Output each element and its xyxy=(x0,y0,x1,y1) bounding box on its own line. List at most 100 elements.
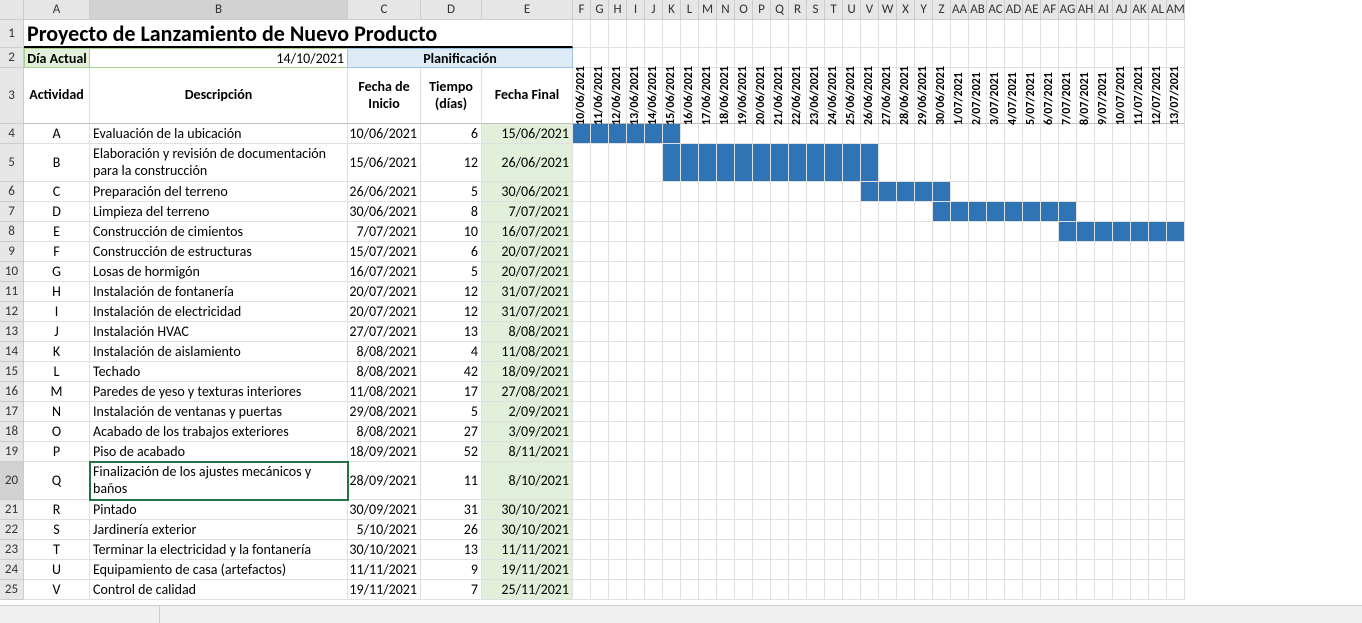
gantt-cell[interactable] xyxy=(1077,202,1095,222)
gantt-cell[interactable] xyxy=(987,124,1005,144)
gantt-cell[interactable] xyxy=(1059,242,1077,262)
gantt-cell[interactable] xyxy=(807,322,825,342)
gantt-cell[interactable] xyxy=(591,144,609,182)
task-description[interactable]: Evaluación de la ubicación xyxy=(90,124,348,144)
gantt-cell[interactable] xyxy=(825,382,843,402)
gantt-cell[interactable] xyxy=(897,500,915,520)
gantt-cell[interactable] xyxy=(861,124,879,144)
gantt-cell[interactable] xyxy=(1149,144,1167,182)
gantt-cell[interactable] xyxy=(1041,322,1059,342)
task-end-date[interactable]: 20/07/2021 xyxy=(482,242,573,262)
gantt-cell[interactable] xyxy=(609,322,627,342)
gantt-cell[interactable] xyxy=(807,382,825,402)
row-header-19[interactable]: 19 xyxy=(0,442,24,462)
gantt-cell[interactable] xyxy=(1131,362,1149,382)
gantt-cell[interactable] xyxy=(807,202,825,222)
row-header-9[interactable]: 9 xyxy=(0,242,24,262)
task-days[interactable]: 8 xyxy=(421,202,482,222)
gantt-cell[interactable] xyxy=(915,362,933,382)
gantt-cell[interactable] xyxy=(627,540,645,560)
gantt-cell[interactable] xyxy=(1023,560,1041,580)
row-header-23[interactable]: 23 xyxy=(0,540,24,560)
gantt-cell[interactable] xyxy=(699,520,717,540)
task-activity[interactable]: U xyxy=(24,560,90,580)
gantt-cell[interactable] xyxy=(807,442,825,462)
gantt-cell[interactable] xyxy=(1131,48,1149,68)
gantt-cell[interactable] xyxy=(681,124,699,144)
task-days[interactable]: 11 xyxy=(421,462,482,500)
gantt-cell[interactable] xyxy=(609,540,627,560)
col-header-P[interactable]: P xyxy=(753,0,771,20)
task-days[interactable]: 31 xyxy=(421,500,482,520)
task-end-date[interactable]: 8/08/2021 xyxy=(482,322,573,342)
gantt-cell[interactable] xyxy=(1005,362,1023,382)
task-activity[interactable]: H xyxy=(24,282,90,302)
gantt-cell[interactable] xyxy=(951,422,969,442)
gantt-cell[interactable] xyxy=(969,580,987,600)
task-description[interactable]: Finalización de los ajustes mecánicos y … xyxy=(90,462,348,500)
gantt-cell[interactable] xyxy=(717,302,735,322)
gantt-cell[interactable] xyxy=(825,262,843,282)
gantt-cell[interactable] xyxy=(897,202,915,222)
gantt-cell[interactable] xyxy=(843,20,861,48)
row-header-11[interactable]: 11 xyxy=(0,282,24,302)
task-start-date[interactable]: 8/08/2021 xyxy=(348,422,421,442)
gantt-cell[interactable] xyxy=(735,262,753,282)
gantt-cell[interactable] xyxy=(1149,382,1167,402)
gantt-cell[interactable] xyxy=(825,520,843,540)
gantt-cell[interactable] xyxy=(861,560,879,580)
gantt-cell[interactable] xyxy=(735,342,753,362)
gantt-cell[interactable] xyxy=(645,262,663,282)
gantt-cell[interactable] xyxy=(1023,520,1041,540)
col-header-AM[interactable]: AM xyxy=(1167,0,1185,20)
gantt-cell[interactable] xyxy=(897,144,915,182)
gantt-cell[interactable] xyxy=(609,362,627,382)
gantt-cell[interactable] xyxy=(969,182,987,202)
task-description[interactable]: Pintado xyxy=(90,500,348,520)
gantt-cell[interactable] xyxy=(843,322,861,342)
gantt-bar-segment[interactable] xyxy=(1113,222,1131,242)
gantt-cell[interactable] xyxy=(879,362,897,382)
gantt-cell[interactable] xyxy=(771,540,789,560)
gantt-cell[interactable] xyxy=(753,302,771,322)
gantt-cell[interactable] xyxy=(861,20,879,48)
gantt-cell[interactable] xyxy=(627,342,645,362)
gantt-cell[interactable] xyxy=(915,144,933,182)
gantt-cell[interactable] xyxy=(825,540,843,560)
spreadsheet-grid[interactable]: ABCDEFGHIJKLMNOPQRSTUVWXYZAAABACADAEAFAG… xyxy=(0,0,1362,600)
gantt-cell[interactable] xyxy=(663,48,681,68)
gantt-cell[interactable] xyxy=(1113,322,1131,342)
gantt-cell[interactable] xyxy=(1023,500,1041,520)
gantt-cell[interactable] xyxy=(1131,580,1149,600)
gantt-cell[interactable] xyxy=(663,442,681,462)
gantt-cell[interactable] xyxy=(591,202,609,222)
gantt-cell[interactable] xyxy=(1149,48,1167,68)
gantt-cell[interactable] xyxy=(1005,540,1023,560)
gantt-cell[interactable] xyxy=(699,342,717,362)
gantt-cell[interactable] xyxy=(699,222,717,242)
gantt-cell[interactable] xyxy=(573,520,591,540)
gantt-cell[interactable] xyxy=(1113,520,1131,540)
col-header-K[interactable]: K xyxy=(663,0,681,20)
gantt-cell[interactable] xyxy=(717,382,735,402)
gantt-cell[interactable] xyxy=(1023,262,1041,282)
gantt-cell[interactable] xyxy=(591,580,609,600)
gantt-cell[interactable] xyxy=(1095,462,1113,500)
task-days[interactable]: 12 xyxy=(421,302,482,322)
gantt-cell[interactable] xyxy=(735,362,753,382)
col-header-AB[interactable]: AB xyxy=(969,0,987,20)
task-description[interactable]: Terminar la electricidad y la fontanería xyxy=(90,540,348,560)
gantt-cell[interactable] xyxy=(735,422,753,442)
gantt-cell[interactable] xyxy=(753,322,771,342)
gantt-cell[interactable] xyxy=(663,182,681,202)
gantt-cell[interactable] xyxy=(1077,262,1095,282)
gantt-cell[interactable] xyxy=(807,402,825,422)
gantt-cell[interactable] xyxy=(1167,462,1185,500)
gantt-cell[interactable] xyxy=(1113,540,1131,560)
gantt-cell[interactable] xyxy=(771,282,789,302)
gantt-cell[interactable] xyxy=(789,560,807,580)
gantt-cell[interactable] xyxy=(1095,402,1113,422)
gantt-cell[interactable] xyxy=(1149,302,1167,322)
gantt-cell[interactable] xyxy=(861,462,879,500)
gantt-cell[interactable] xyxy=(681,342,699,362)
